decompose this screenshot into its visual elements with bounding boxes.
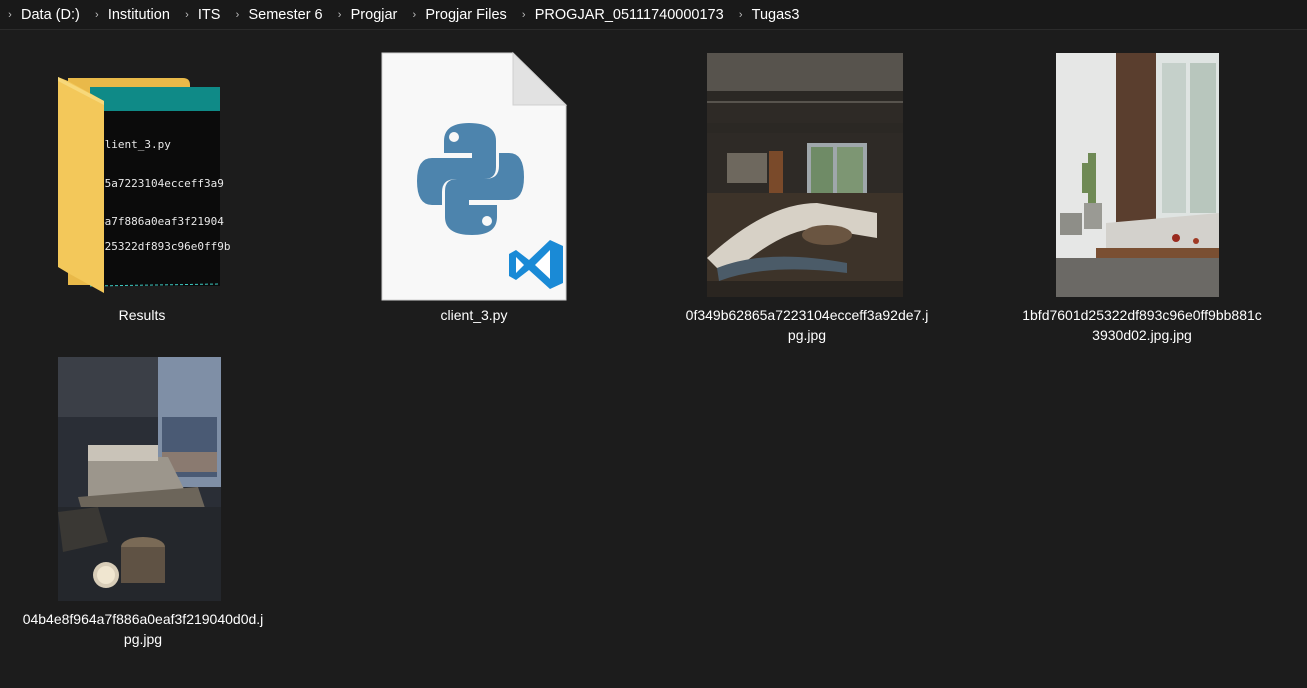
python-eye-dot (482, 216, 492, 226)
image-thumbnail (1056, 53, 1219, 297)
chevron-right-icon[interactable]: › (406, 9, 422, 21)
breadcrumb-item-institution[interactable]: Institution (105, 7, 179, 23)
label-line: pg.jpg (123, 631, 163, 647)
label-line: 3930d02.jpg.jpg (1092, 327, 1192, 343)
breadcrumb-item-project[interactable]: PROGJAR_05111740000173 (532, 7, 733, 23)
breadcrumb-item-semester[interactable]: Semester 6 (245, 7, 331, 23)
chevron-right-icon[interactable]: › (516, 9, 532, 21)
file-item-image-living-room[interactable]: 0f349b62865a7223104ecceff3a92de7.j pg.jp… (676, 45, 938, 345)
chevron-right-icon[interactable]: › (179, 9, 195, 21)
breadcrumb-item-progjar[interactable]: Progjar (348, 7, 407, 23)
file-name-label: 0f349b62865a7223104ecceff3a92de7.j pg.jp… (676, 305, 938, 345)
label-line: 1bfd7601d25322df893c96e0ff9bb881c (1022, 307, 1262, 323)
breadcrumb: › Data (D:) › Institution › ITS › Semest… (0, 0, 1307, 30)
file-item-image-window-seat[interactable]: 1bfd7601d25322df893c96e0ff9bb881c 3930d0… (1008, 45, 1276, 345)
image-thumbnail (58, 357, 221, 601)
folder-icon: client_3.py 65a7223104ecceff3a9 4a7f886a… (58, 77, 230, 293)
chevron-right-icon[interactable]: › (733, 9, 749, 21)
label-line: Results (118, 307, 166, 323)
breadcrumb-item-its[interactable]: ITS (195, 7, 230, 23)
preview-line: 65a7223104ecceff3a9 (98, 177, 224, 190)
chevron-right-icon[interactable]: › (2, 9, 18, 21)
label-line: client_3.py (440, 307, 508, 323)
folder-item-results[interactable]: client_3.py 65a7223104ecceff3a9 4a7f886a… (12, 45, 272, 345)
breadcrumb-item-progjar-files[interactable]: Progjar Files (422, 7, 515, 23)
label-line: 0f349b62865a7223104ecceff3a92de7.j (685, 307, 929, 323)
chevron-right-icon[interactable]: › (89, 9, 105, 21)
label-line: 04b4e8f964a7f886a0eaf3f219040d0d.j (22, 611, 264, 627)
label-line: pg.jpg (787, 327, 827, 343)
chevron-right-icon[interactable]: › (229, 9, 245, 21)
preview-line: 4a7f886a0eaf3f21904 (98, 215, 224, 228)
preview-line: client_3.py (98, 138, 171, 151)
python-file-icon (381, 51, 568, 301)
breadcrumb-item-drive[interactable]: Data (D:) (18, 7, 89, 23)
file-name-label: 04b4e8f964a7f886a0eaf3f219040d0d.j pg.jp… (12, 609, 274, 649)
breadcrumb-item-current[interactable]: Tugas3 (749, 7, 809, 23)
file-item-image-bedroom[interactable]: 04b4e8f964a7f886a0eaf3f219040d0d.j pg.jp… (12, 349, 274, 654)
file-item-client-py[interactable]: client_3.py (344, 45, 604, 345)
file-name-label: 1bfd7601d25322df893c96e0ff9bb881c 3930d0… (1008, 305, 1276, 345)
preview-line: d25322df893c96e0ff9b (98, 240, 230, 253)
file-name-label: Results (12, 305, 272, 325)
chevron-right-icon[interactable]: › (332, 9, 348, 21)
python-eye-dot (449, 132, 459, 142)
file-name-label: client_3.py (344, 305, 604, 325)
image-thumbnail (707, 53, 903, 297)
